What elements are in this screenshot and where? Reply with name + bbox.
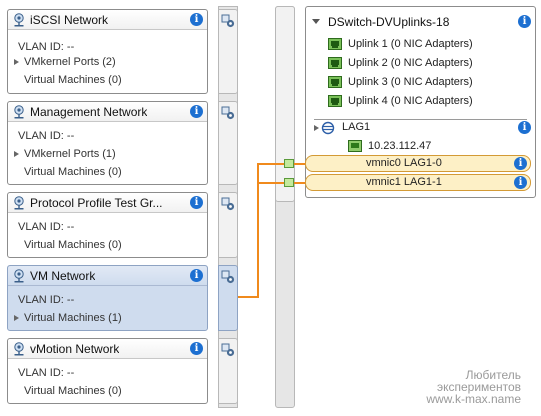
portgroup-connector-cell[interactable]: [218, 338, 238, 404]
connection-wire: [238, 296, 258, 298]
expand-triangle-icon[interactable]: [14, 315, 19, 321]
portgroup-vm-network[interactable]: VM Network i VLAN ID: -- Virtual Machine…: [7, 265, 208, 331]
host-address-label: 10.23.112.47: [368, 140, 432, 152]
portgroup-title: Protocol Profile Test Gr...: [30, 196, 163, 210]
portgroup-management-network[interactable]: Management Network i VLAN ID: -- VMkerne…: [7, 101, 208, 185]
connection-wire: [257, 163, 285, 165]
vmnic-label: vmnic1 LAG1-1: [366, 176, 442, 188]
uplink-label: Uplink 3 (0 NIC Adapters): [348, 76, 473, 88]
lag-label[interactable]: LAG1: [342, 121, 370, 133]
portgroup-header[interactable]: vMotion Network i: [8, 339, 207, 359]
vmnic-label: vmnic0 LAG1-0: [366, 157, 442, 169]
portgroup-header[interactable]: Protocol Profile Test Gr... i: [8, 193, 207, 213]
uplink-connector-cell[interactable]: [275, 6, 295, 202]
vmnic-port[interactable]: vmnic0 LAG1-0 i: [305, 155, 531, 172]
collapse-triangle-icon[interactable]: [312, 19, 320, 24]
network-portgroup-icon: [12, 269, 26, 283]
portgroup-iscsi-network[interactable]: iSCSI Network i VLAN ID: -- VMkernel Por…: [7, 9, 208, 94]
connection-wire: [257, 182, 285, 184]
info-icon[interactable]: i: [514, 176, 527, 189]
portgroup-title: VM Network: [30, 269, 96, 283]
uplink-port-plug-icon[interactable]: [284, 178, 294, 187]
info-icon[interactable]: i: [190, 13, 203, 26]
vmnic-port[interactable]: vmnic1 LAG1-1 i: [305, 174, 531, 191]
portgroup-title: vMotion Network: [30, 342, 120, 356]
portgroup-vmotion-network[interactable]: vMotion Network i VLAN ID: -- Virtual Ma…: [7, 338, 208, 404]
network-portgroup-icon: [12, 342, 26, 356]
uplink-label: Uplink 1 (0 NIC Adapters): [348, 38, 473, 50]
network-portgroup-icon: [12, 105, 26, 119]
port-connector-icon: [221, 106, 235, 120]
portgroup-title: iSCSI Network: [30, 13, 109, 27]
vmkernel-ports-label[interactable]: VMkernel Ports (2): [24, 56, 116, 68]
nic-adapter-icon: [328, 57, 342, 69]
info-icon[interactable]: i: [190, 105, 203, 118]
uplink-portgroup-title: DSwitch-DVUplinks-18: [328, 15, 450, 29]
lag-icon: [321, 121, 335, 135]
virtual-machines-label: Virtual Machines (0): [24, 239, 122, 251]
nic-adapter-icon: [328, 38, 342, 50]
vlan-id-label: VLAN ID: --: [18, 294, 75, 306]
virtual-machines-label: Virtual Machines (0): [24, 166, 122, 178]
info-icon[interactable]: i: [518, 15, 531, 28]
virtual-machines-label: Virtual Machines (0): [24, 74, 122, 86]
uplink-label: Uplink 4 (0 NIC Adapters): [348, 95, 473, 107]
expand-triangle-icon[interactable]: [14, 59, 19, 65]
vlan-id-label: VLAN ID: --: [18, 130, 75, 142]
portgroup-connector-cell[interactable]: [218, 101, 238, 185]
vlan-id-label: VLAN ID: --: [18, 367, 75, 379]
portgroup-connector-cell[interactable]: [218, 192, 238, 258]
port-connector-icon: [221, 197, 235, 211]
network-portgroup-icon: [12, 196, 26, 210]
divider: [314, 119, 527, 120]
info-icon[interactable]: i: [190, 196, 203, 209]
uplink-label: Uplink 2 (0 NIC Adapters): [348, 57, 473, 69]
portgroup-connector-cell[interactable]: [218, 265, 238, 331]
network-portgroup-icon: [12, 13, 26, 27]
port-connector-icon: [221, 14, 235, 28]
portgroup-header[interactable]: Management Network i: [8, 102, 207, 122]
expand-triangle-icon[interactable]: [314, 125, 319, 131]
portgroup-header[interactable]: VM Network i: [8, 266, 207, 286]
info-icon[interactable]: i: [518, 121, 531, 134]
nic-adapter-icon: [328, 76, 342, 88]
virtual-machines-label: Virtual Machines (0): [24, 385, 122, 397]
port-connector-icon: [221, 270, 235, 284]
info-icon[interactable]: i: [190, 342, 203, 355]
vlan-id-label: VLAN ID: --: [18, 41, 75, 53]
virtual-machines-label[interactable]: Virtual Machines (1): [24, 312, 122, 324]
nic-adapter-icon: [328, 95, 342, 107]
host-icon: [348, 140, 362, 152]
uplink-port-plug-icon[interactable]: [284, 159, 294, 168]
info-icon[interactable]: i: [190, 269, 203, 282]
vmkernel-ports-label[interactable]: VMkernel Ports (1): [24, 148, 116, 160]
portgroup-protocol-profile-test[interactable]: Protocol Profile Test Gr... i VLAN ID: -…: [7, 192, 208, 258]
portgroup-title: Management Network: [30, 105, 148, 119]
info-icon[interactable]: i: [514, 157, 527, 170]
port-connector-icon: [221, 343, 235, 357]
portgroup-connector-cell[interactable]: [218, 9, 238, 94]
portgroup-header[interactable]: iSCSI Network i: [8, 10, 207, 30]
watermark-line: www.k-max.name: [426, 392, 521, 406]
expand-triangle-icon[interactable]: [14, 151, 19, 157]
vlan-id-label: VLAN ID: --: [18, 221, 75, 233]
